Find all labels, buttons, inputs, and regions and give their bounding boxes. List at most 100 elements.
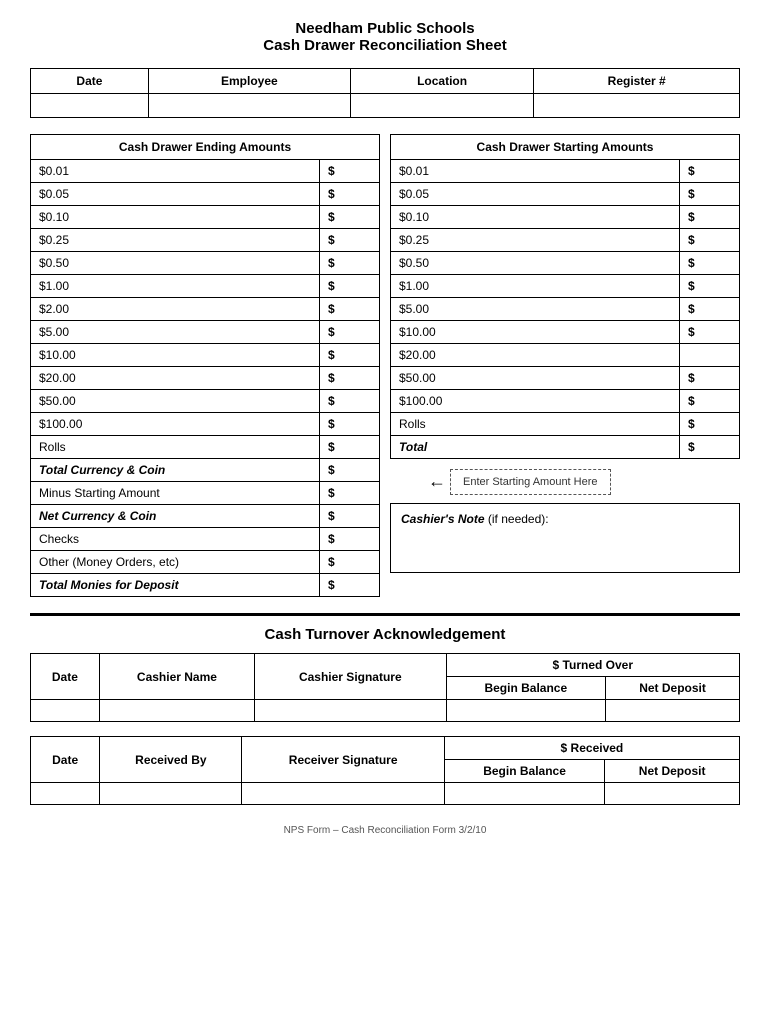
ending-label-total-currency: Total Currency & Coin [31, 459, 320, 482]
starting-label-1000: $10.00 [391, 321, 680, 344]
starting-dollar-050[interactable]: $ [680, 252, 740, 275]
starting-dollar-500[interactable]: $ [680, 298, 740, 321]
info-register-value[interactable] [534, 94, 740, 118]
ending-label-010: $0.10 [31, 206, 320, 229]
ending-dollar-005[interactable]: $ [320, 183, 380, 206]
starting-label-total: Total [391, 436, 680, 459]
ending-dollar-010[interactable]: $ [320, 206, 380, 229]
table-row: $0.01 $ [391, 160, 740, 183]
received-begin-balance-value[interactable] [444, 783, 604, 805]
ending-table-header: Cash Drawer Ending Amounts [31, 135, 380, 160]
turnover-cashier-sig-value[interactable] [255, 700, 447, 722]
info-header-location: Location [350, 69, 534, 94]
cashier-note-box[interactable]: Cashier's Note (if needed): [390, 503, 740, 573]
starting-label-500: $5.00 [391, 298, 680, 321]
ending-dollar-100[interactable]: $ [320, 275, 380, 298]
ending-label-001: $0.01 [31, 160, 320, 183]
info-employee-value[interactable] [148, 94, 350, 118]
ending-label-rolls: Rolls [31, 436, 320, 459]
ending-label-050: $0.50 [31, 252, 320, 275]
ending-label-net-currency: Net Currency & Coin [31, 505, 320, 528]
ending-dollar-rolls[interactable]: $ [320, 436, 380, 459]
ending-dollar-2000[interactable]: $ [320, 367, 380, 390]
starting-dollar-rolls[interactable]: $ [680, 413, 740, 436]
school-name: Needham Public Schools [30, 20, 740, 37]
ending-label-other: Other (Money Orders, etc) [31, 551, 320, 574]
starting-dollar-5000[interactable]: $ [680, 367, 740, 390]
ending-dollar-10000[interactable]: $ [320, 413, 380, 436]
ending-dollar-1000[interactable]: $ [320, 344, 380, 367]
table-row: Checks $ [31, 528, 380, 551]
footer-text: NPS Form – Cash Reconciliation Form 3/2/… [284, 825, 487, 836]
starting-dollar-025[interactable]: $ [680, 229, 740, 252]
starting-dollar-1000[interactable]: $ [680, 321, 740, 344]
received-net-deposit-value[interactable] [605, 783, 740, 805]
turnover-net-deposit-value[interactable] [606, 700, 740, 722]
table-row: $0.25 $ [31, 229, 380, 252]
page-header: Needham Public Schools Cash Drawer Recon… [30, 20, 740, 54]
ending-dollar-total-monies[interactable]: $ [320, 574, 380, 597]
ending-dollar-total-currency[interactable]: $ [320, 459, 380, 482]
received-sig-value[interactable] [242, 783, 444, 805]
received-date-value[interactable] [31, 783, 100, 805]
ending-dollar-025[interactable]: $ [320, 229, 380, 252]
ending-dollar-001[interactable]: $ [320, 160, 380, 183]
cashier-note-label: Cashier's Note [401, 512, 485, 526]
turnover-date-value[interactable] [31, 700, 100, 722]
ending-dollar-checks[interactable]: $ [320, 528, 380, 551]
starting-dollar-100[interactable]: $ [680, 275, 740, 298]
drawer-amounts-section: Cash Drawer Ending Amounts $0.01 $ $0.05… [30, 134, 740, 597]
starting-dollar-10000[interactable]: $ [680, 390, 740, 413]
table-row: $0.10 $ [31, 206, 380, 229]
turnover-cashier-name-value[interactable] [99, 700, 254, 722]
section-divider [30, 613, 740, 616]
ending-dollar-200[interactable]: $ [320, 298, 380, 321]
starting-label-rolls: Rolls [391, 413, 680, 436]
ending-dollar-minus[interactable]: $ [320, 482, 380, 505]
turnover-col-date: Date [31, 654, 100, 700]
ending-label-5000: $50.00 [31, 390, 320, 413]
received-col-begin-balance: Begin Balance [444, 760, 604, 783]
arrow-left-icon: ← [428, 471, 446, 492]
info-header-date: Date [31, 69, 149, 94]
starting-label-050: $0.50 [391, 252, 680, 275]
turnover-col-net-deposit: Net Deposit [606, 677, 740, 700]
ending-dollar-other[interactable]: $ [320, 551, 380, 574]
ending-dollar-net-currency[interactable]: $ [320, 505, 380, 528]
ending-dollar-500[interactable]: $ [320, 321, 380, 344]
table-row: Minus Starting Amount $ [31, 482, 380, 505]
table-row: $5.00 $ [31, 321, 380, 344]
starting-dollar-total[interactable]: $ [680, 436, 740, 459]
received-by-value[interactable] [100, 783, 242, 805]
table-row: $100.00 $ [31, 413, 380, 436]
starting-label-100: $1.00 [391, 275, 680, 298]
ending-label-100: $1.00 [31, 275, 320, 298]
info-date-value[interactable] [31, 94, 149, 118]
starting-label-005: $0.05 [391, 183, 680, 206]
table-row: $0.50 $ [31, 252, 380, 275]
ending-label-2000: $20.00 [31, 367, 320, 390]
ending-label-10000: $100.00 [31, 413, 320, 436]
page-footer: NPS Form – Cash Reconciliation Form 3/2/… [30, 825, 740, 836]
table-row: $0.05 $ [391, 183, 740, 206]
received-col-net-deposit: Net Deposit [605, 760, 740, 783]
table-row: $50.00 $ [31, 390, 380, 413]
acknowledgement-header: Cash Turnover Acknowledgement [30, 626, 740, 643]
received-col-receiver-sig: Receiver Signature [242, 737, 444, 783]
ending-dollar-5000[interactable]: $ [320, 390, 380, 413]
turnover-begin-balance-value[interactable] [446, 700, 606, 722]
ending-dollar-050[interactable]: $ [320, 252, 380, 275]
ending-label-500: $5.00 [31, 321, 320, 344]
starting-dollar-001[interactable]: $ [680, 160, 740, 183]
ending-label-005: $0.05 [31, 183, 320, 206]
starting-dollar-2000[interactable] [680, 344, 740, 367]
starting-dollar-010[interactable]: $ [680, 206, 740, 229]
table-row: Net Currency & Coin $ [31, 505, 380, 528]
starting-table-header: Cash Drawer Starting Amounts [391, 135, 740, 160]
info-location-value[interactable] [350, 94, 534, 118]
table-row: $0.50 $ [391, 252, 740, 275]
table-row: $20.00 $ [31, 367, 380, 390]
starting-dollar-005[interactable]: $ [680, 183, 740, 206]
table-row [31, 783, 740, 805]
table-row: $0.05 $ [31, 183, 380, 206]
